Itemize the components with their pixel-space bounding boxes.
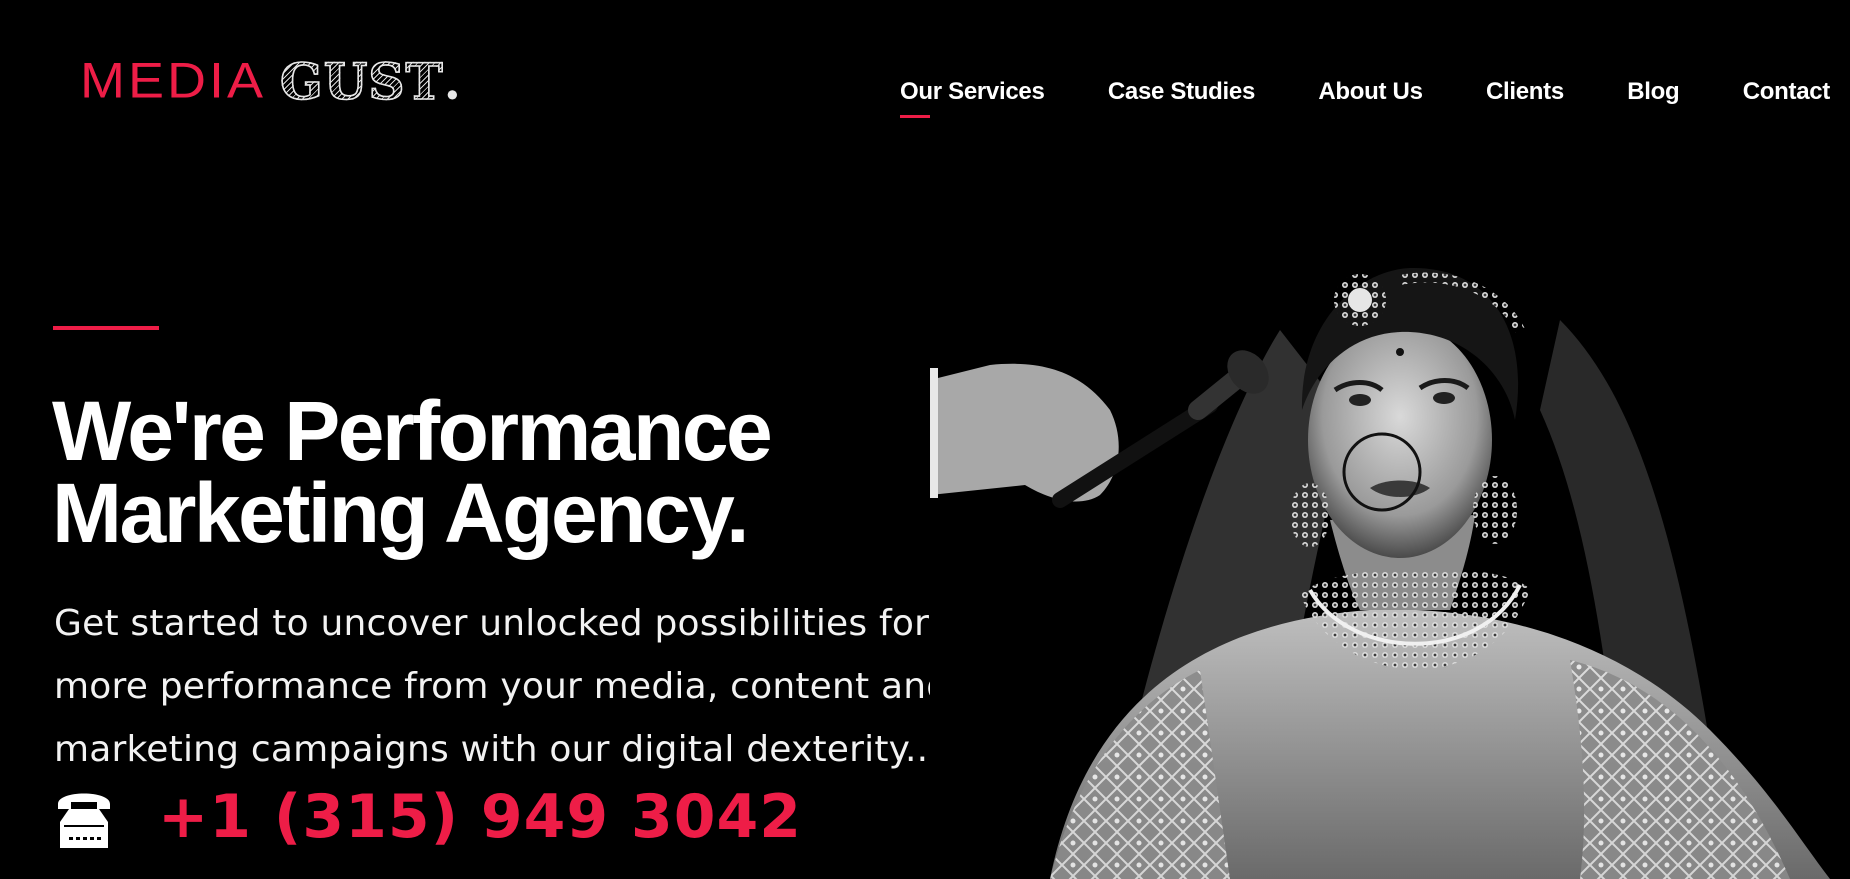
hero-image: [930, 260, 1850, 879]
logo-dot: .: [443, 52, 465, 111]
nav-case-studies[interactable]: Case Studies: [1108, 78, 1255, 106]
nav-about-us[interactable]: About Us: [1318, 78, 1423, 106]
hero-subtext-line-1: Get started to uncover unlocked possibil…: [54, 603, 930, 644]
nav-blog[interactable]: Blog: [1627, 78, 1679, 106]
nav-clients[interactable]: Clients: [1486, 78, 1564, 106]
hero-headline-line-1: We're Performance: [52, 384, 773, 478]
site-logo[interactable]: MEDIA GUST .: [80, 52, 465, 112]
hero-subtext-line-3: marketing campaigns with our digital dex…: [54, 729, 940, 770]
nav-our-services[interactable]: Our Services: [900, 78, 1045, 118]
telephone-icon: [58, 793, 110, 848]
nav-contact[interactable]: Contact: [1743, 78, 1831, 106]
hero-subtext: Get started to uncover unlocked possibil…: [54, 592, 954, 781]
logo-gust-text: GUST: [279, 52, 444, 112]
bride-makeup-photo: [930, 260, 1850, 879]
hero-headline-line-2: Marketing Agency.: [52, 466, 750, 560]
hero-headline: We're Performance Marketing Agency.: [52, 389, 892, 555]
headline-accent-bar: [53, 326, 159, 330]
logo-media-text: MEDIA: [80, 53, 267, 109]
main-nav: Our Services Case Studies About Us Clien…: [900, 78, 1831, 118]
phone-number: +1 (315) 949 3042: [158, 782, 803, 852]
phone-link[interactable]: +1 (315) 949 3042: [52, 782, 802, 852]
hero-subtext-line-2: more performance from your media, conten…: [54, 666, 950, 707]
